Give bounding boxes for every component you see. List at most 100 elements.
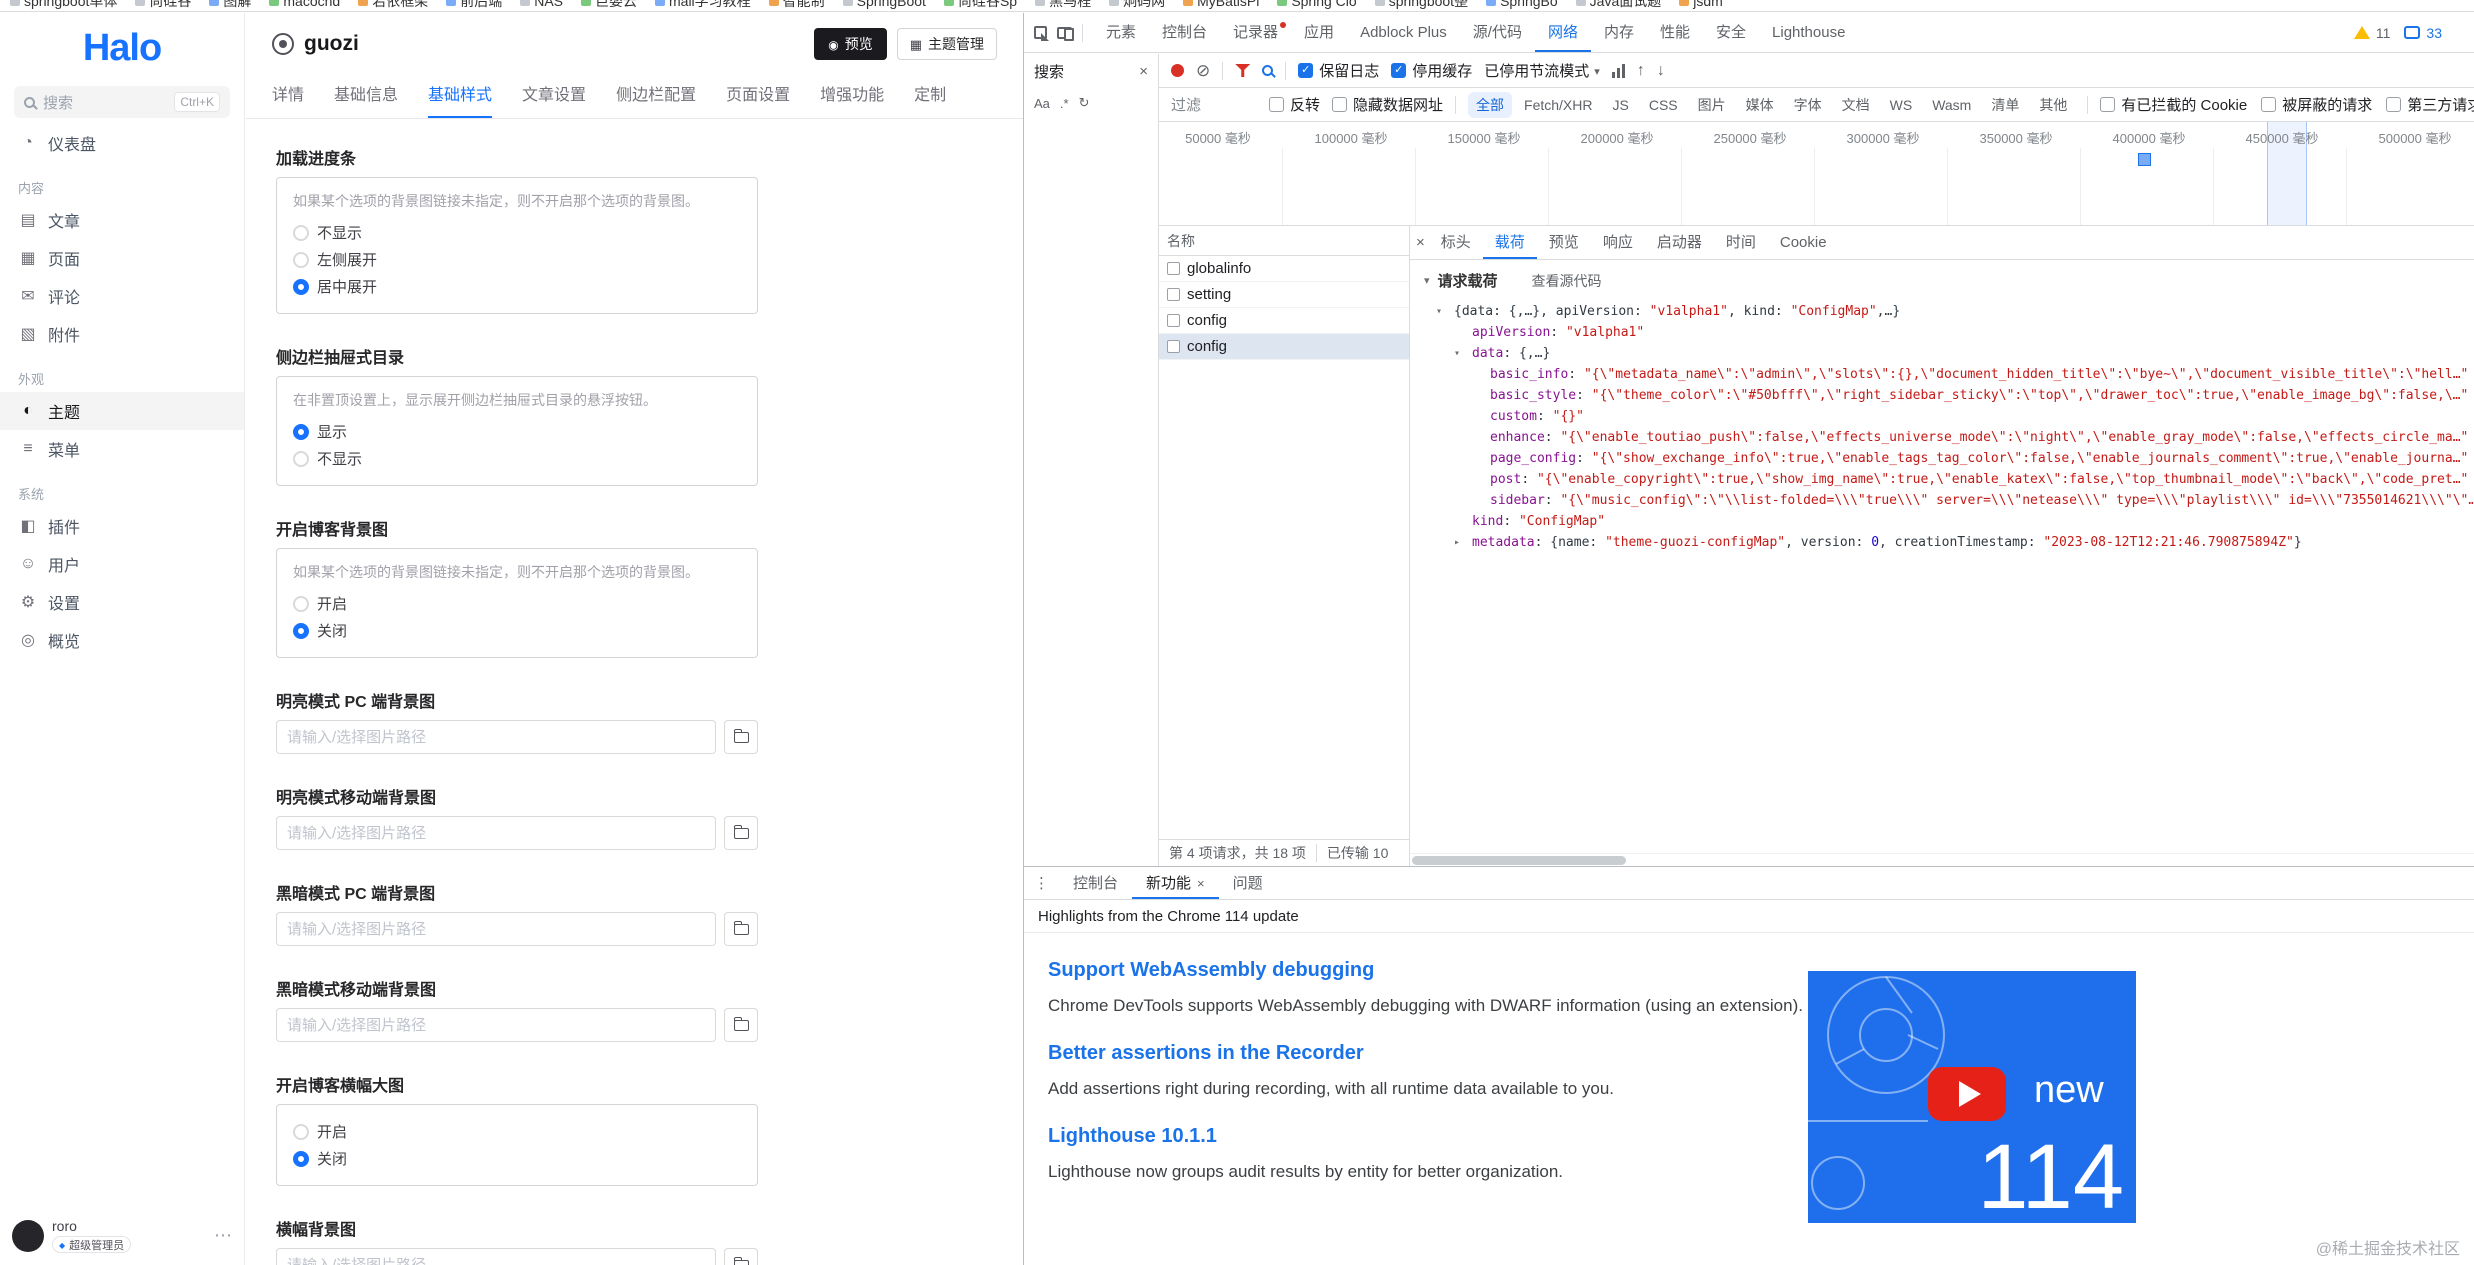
record-button[interactable] [1171, 64, 1184, 77]
detail-tab-时间[interactable]: 时间 [1714, 226, 1768, 259]
filter-icon[interactable] [1235, 64, 1251, 77]
filter-chip-全部[interactable]: 全部 [1468, 91, 1513, 118]
bookmark-item[interactable]: springboot整 [1374, 0, 1468, 11]
bookmark-item[interactable]: SpringBoot [842, 0, 926, 11]
detail-tab-预览[interactable]: 预览 [1537, 226, 1591, 259]
devtools-tab-性能[interactable]: 性能 [1647, 13, 1703, 52]
expander-arrow[interactable]: ▸ [1454, 532, 1460, 553]
folder-picker-button[interactable] [724, 1248, 758, 1265]
image-path-input[interactable] [276, 720, 716, 754]
network-timeline[interactable]: 50000 毫秒 100000 毫秒 150000 毫秒 200000 毫秒 25000… [1159, 122, 2474, 226]
horizontal-scrollbar[interactable] [1410, 853, 2474, 866]
bookmark-item[interactable]: 图解 [209, 0, 251, 11]
bookmark-item[interactable]: 黑马程 [1035, 0, 1091, 11]
refresh-icon[interactable] [1079, 95, 1090, 111]
radio-option[interactable]: 开启 [293, 1118, 741, 1145]
tab-文章设置[interactable]: 文章设置 [522, 75, 586, 118]
drawer-tab-控制台[interactable]: 控制台 [1059, 867, 1132, 899]
detail-tab-载荷[interactable]: 载荷 [1483, 226, 1537, 259]
filter-checkbox[interactable]: 第三方请求 [2386, 94, 2474, 115]
devtools-tab-元素[interactable]: 元素 [1093, 13, 1149, 52]
bookmark-item[interactable]: MyBatisPl [1183, 0, 1259, 11]
bookmark-item[interactable]: Java面试题 [1575, 0, 1661, 11]
preserve-log-checkbox[interactable]: 保留日志 [1298, 60, 1379, 81]
detail-tab-标头[interactable]: 标头 [1429, 226, 1483, 259]
global-search[interactable]: 搜索 Ctrl+K [14, 86, 230, 118]
bookmark-item[interactable]: NAS [520, 0, 563, 11]
match-case-toggle[interactable]: Aa [1034, 96, 1050, 111]
tab-基础信息[interactable]: 基础信息 [334, 75, 398, 118]
folder-picker-button[interactable] [724, 912, 758, 946]
bookmark-item[interactable]: 尚硅谷Sp [943, 0, 1017, 11]
theme-manage-button[interactable]: 主题管理 [896, 28, 997, 60]
more-button[interactable] [214, 1225, 232, 1246]
close-icon[interactable] [1197, 867, 1205, 900]
filter-chip-CSS[interactable]: CSS [1641, 94, 1686, 116]
expander-arrow[interactable]: ▾ [1436, 301, 1442, 322]
sidebar-item-dashboard[interactable]: ◔ 仪表盘 [0, 124, 244, 162]
folder-picker-button[interactable] [724, 816, 758, 850]
sidebar-item-pages[interactable]: ▦ 页面 [0, 239, 244, 277]
user-profile[interactable]: roro 超级管理员 [0, 1212, 244, 1259]
warning-icon[interactable] [2353, 26, 2370, 39]
filter-chip-清单[interactable]: 清单 [1983, 92, 2027, 118]
device-toolbar-icon[interactable] [1057, 26, 1074, 41]
filter-chip-JS[interactable]: JS [1605, 94, 1637, 116]
whats-new-heading[interactable]: Support WebAssembly debugging [1048, 959, 2474, 982]
radio-option[interactable]: 关闭 [293, 617, 741, 644]
sidebar-item-posts[interactable]: ▤ 文章 [0, 201, 244, 239]
import-har-icon[interactable] [1637, 62, 1645, 80]
hide-data-urls-checkbox[interactable]: 隐藏数据网址 [1332, 94, 1443, 115]
radio-option[interactable]: 开启 [293, 590, 741, 617]
bookmark-item[interactable]: 巨婴云 [581, 0, 637, 11]
devtools-tab-内存[interactable]: 内存 [1591, 13, 1647, 52]
devtools-tab-应用[interactable]: 应用 [1291, 13, 1347, 52]
whats-new-heading[interactable]: Better assertions in the Recorder [1048, 1042, 2474, 1065]
request-row[interactable]: config [1159, 308, 1409, 334]
bookmark-item[interactable]: springboot单体 [10, 0, 117, 11]
request-row[interactable]: globalinfo [1159, 256, 1409, 282]
bookmark-item[interactable]: 尚硅谷 [135, 0, 191, 11]
detail-tab-Cookie[interactable]: Cookie [1768, 226, 1839, 259]
export-har-icon[interactable] [1657, 62, 1665, 80]
devtools-tab-网络[interactable]: 网络 [1535, 13, 1591, 52]
bookmark-item[interactable]: 智能制 [768, 0, 825, 11]
tab-侧边栏配置[interactable]: 侧边栏配置 [616, 75, 696, 118]
filter-chip-其他[interactable]: 其他 [2031, 92, 2075, 118]
request-row[interactable]: config [1159, 334, 1409, 360]
bookmark-item[interactable]: 若依框架 [358, 0, 428, 11]
clear-icon[interactable] [1196, 62, 1210, 79]
drawer-menu-icon[interactable] [1024, 874, 1059, 892]
radio-option[interactable]: 显示 [293, 418, 741, 445]
devtools-tab-Adblock Plus[interactable]: Adblock Plus [1347, 13, 1460, 52]
close-icon[interactable] [1139, 63, 1148, 80]
youtube-play-icon[interactable] [1928, 1067, 2006, 1121]
whats-new-heading[interactable]: Lighthouse 10.1.1 [1048, 1125, 2474, 1148]
filter-chip-WS[interactable]: WS [1882, 94, 1921, 116]
devtools-tab-记录器[interactable]: 记录器 [1220, 13, 1291, 52]
network-conditions-icon[interactable] [1611, 63, 1625, 78]
sidebar-item-themes[interactable]: ◐ 主题 [0, 392, 244, 430]
detail-tab-响应[interactable]: 响应 [1591, 226, 1645, 259]
request-row[interactable]: setting [1159, 282, 1409, 308]
tab-详情[interactable]: 详情 [272, 75, 304, 118]
collapse-arrow-icon[interactable] [1424, 274, 1430, 287]
filter-chip-媒体[interactable]: 媒体 [1738, 92, 1782, 118]
sidebar-item-menus[interactable]: ≡ 菜单 [0, 430, 244, 468]
throttling-select[interactable]: 已停用节流模式 [1484, 60, 1600, 81]
detail-tab-启动器[interactable]: 启动器 [1645, 226, 1714, 259]
folder-picker-button[interactable] [724, 1008, 758, 1042]
expander-arrow[interactable]: ▾ [1454, 343, 1460, 364]
filter-chip-文档[interactable]: 文档 [1834, 92, 1878, 118]
disable-cache-checkbox[interactable]: 停用缓存 [1391, 60, 1472, 81]
drawer-tab-新功能[interactable]: 新功能 [1132, 867, 1219, 899]
drawer-tab-问题[interactable]: 问题 [1219, 867, 1277, 899]
radio-option[interactable]: 居中展开 [293, 273, 741, 300]
bookmark-item[interactable]: SpringBo [1486, 0, 1558, 11]
filter-input[interactable]: 过滤 [1171, 94, 1257, 115]
column-header-name[interactable]: 名称 [1159, 226, 1409, 256]
invert-checkbox[interactable]: 反转 [1269, 94, 1320, 115]
regex-toggle[interactable]: .* [1060, 96, 1069, 111]
radio-option[interactable]: 关闭 [293, 1145, 741, 1172]
devtools-tab-Lighthouse[interactable]: Lighthouse [1759, 13, 1858, 52]
